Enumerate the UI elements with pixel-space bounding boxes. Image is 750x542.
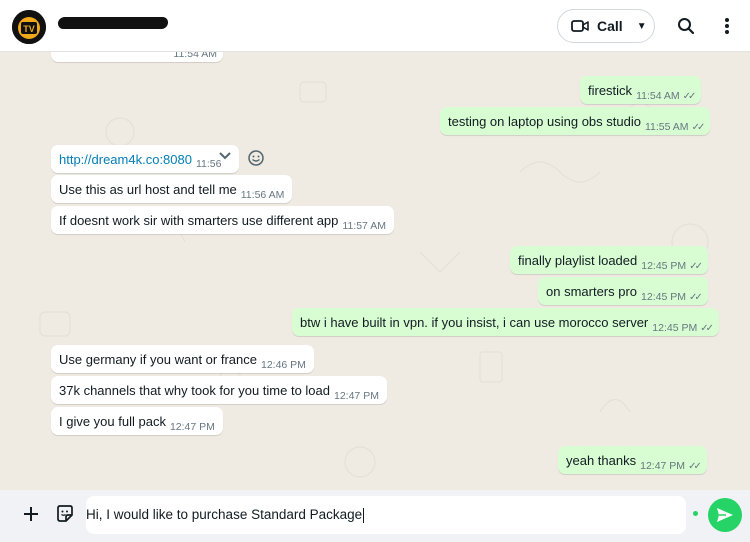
search-icon[interactable] [674,14,698,38]
message-bubble-outgoing[interactable]: btw i have built in vpn. if you insist, … [292,308,719,336]
contact-avatar[interactable]: TV [12,10,46,44]
chevron-down-icon: ▼ [636,20,647,32]
read-ticks-icon: ✓✓ [689,292,703,303]
message-time: 12:47 PM [169,421,215,433]
message-bubble-incoming[interactable]: 37k channels that why took for you time … [51,376,387,404]
sticker-icon[interactable] [53,502,77,526]
text-cursor [363,507,365,523]
message-bubble-incoming[interactable]: http://dream4k.co:8080 11:56 [51,145,239,173]
message-bubble-incoming[interactable]: If doesnt work sir with smarters use dif… [51,206,394,234]
message-time: 11:54 AM [173,52,217,60]
message-time: 11:54 AM [636,90,680,102]
message-bubble-incoming[interactable]: 11:54 AM [51,52,223,62]
send-icon [717,508,733,522]
read-ticks-icon: ✓✓ [700,323,714,334]
message-time: 11:56 AM [240,189,285,201]
avatar-logo-text: TV [23,24,35,34]
message-time: 12:45 PM [641,291,686,303]
message-time: 12:45 PM [652,322,698,334]
message-text: If doesnt work sir with smarters use dif… [59,213,339,228]
message-bubble-incoming[interactable]: Use germany if you want or france 12:46 P… [51,345,314,373]
message-bubble-outgoing[interactable]: finally playlist loaded 12:45 PM ✓✓ [510,246,708,274]
message-text: I give you full pack [59,414,166,429]
chat-header: TV Call ▼ [0,0,750,52]
call-button[interactable]: Call ▼ [557,9,655,43]
read-ticks-icon: ✓✓ [682,91,697,102]
message-text: Use this as url host and tell me [59,182,237,197]
read-ticks-icon: ✓✓ [691,122,706,133]
call-label: Call [597,18,623,34]
message-time: 12:45 PM [641,260,687,272]
message-input[interactable]: Hi, I would like to purchase Standard Pa… [86,496,686,534]
message-bubble-outgoing[interactable]: on smarters pro 12:45 PM ✓✓ [538,277,708,305]
message-text: btw i have built in vpn. if you insist, … [300,315,649,330]
message-time: 11:57 AM [342,220,386,232]
message-text: on smarters pro [546,284,638,299]
video-camera-icon [571,19,589,33]
status-dot [693,511,698,516]
message-text: Use germany if you want or france [59,352,257,367]
contact-name-redacted[interactable] [57,17,169,29]
message-composer: Hi, I would like to purchase Standard Pa… [0,490,750,542]
message-text: 37k channels that why took for you time … [59,383,330,398]
message-time: 12:47 PM [640,460,686,472]
kebab-menu-icon[interactable] [715,14,739,38]
message-bubble-incoming[interactable]: Use this as url host and tell me 11:56 AM [51,175,293,203]
message-bubble-outgoing[interactable]: yeah thanks 12:47 PM ✓✓ [558,446,707,474]
message-time: 12:46 PM [260,359,306,371]
message-text: yeah thanks [566,453,637,468]
message-text: finally playlist loaded [518,253,638,268]
emoji-icon[interactable] [247,149,265,167]
send-button[interactable] [708,498,742,532]
message-text: testing on laptop using obs studio [448,114,641,129]
message-time: 11:55 AM [644,121,689,133]
message-bubble-outgoing[interactable]: firestick 11:54 AM ✓✓ [580,76,702,104]
message-bubble-incoming[interactable]: I give you full pack 12:47 PM [51,407,223,435]
message-input-text[interactable]: Hi, I would like to purchase Standard Pa… [86,507,365,523]
message-bubble-outgoing[interactable]: testing on laptop using obs studio 11:55 … [440,107,711,135]
message-list[interactable]: 11:54 AM firestick 11:54 AM ✓✓ testing on … [0,52,750,490]
link-text[interactable]: http://dream4k.co:8080 [59,152,192,167]
chevron-down-icon[interactable] [218,150,232,164]
read-ticks-icon: ✓✓ [689,261,703,272]
read-ticks-icon: ✓✓ [688,461,702,472]
plus-icon[interactable] [20,503,42,525]
message-time: 12:47 PM [334,390,379,402]
composer-text-value: Hi, I would like to purchase Standard Pa… [86,507,363,522]
message-text: firestick [588,83,633,98]
